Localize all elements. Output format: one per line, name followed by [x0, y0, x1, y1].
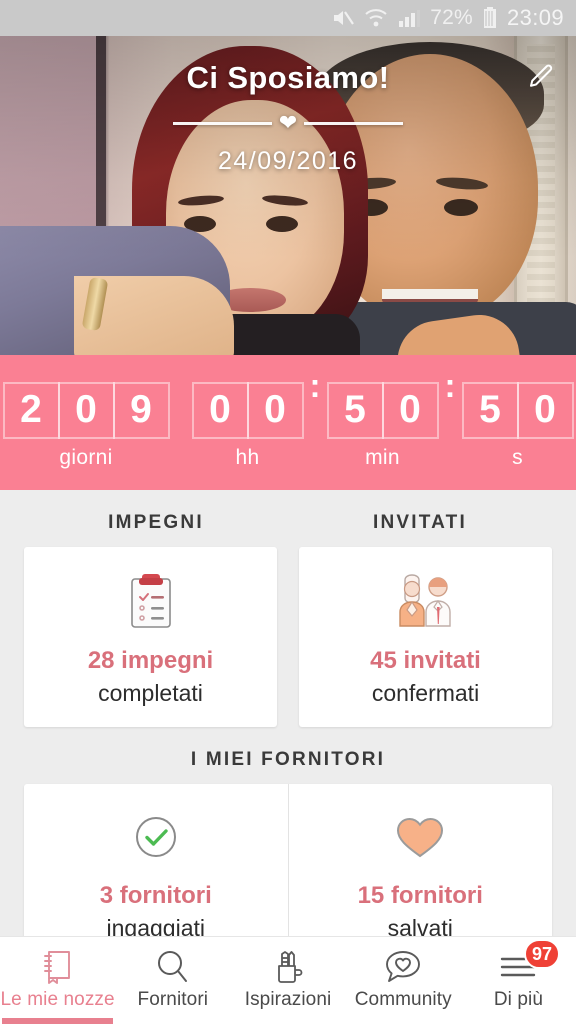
guests-card[interactable]: 45 invitati confermati	[299, 547, 552, 727]
nav-label-le-mie-nozze: Le mie nozze	[0, 989, 115, 1010]
divider-line-left	[173, 121, 272, 125]
nav-item-fornitori[interactable]: Fornitori	[115, 937, 230, 1024]
countdown-digit: 0	[381, 381, 439, 439]
countdown-label-minutes: min	[365, 445, 400, 469]
clipboard-checklist-icon	[126, 571, 176, 633]
suppliers-saved-count: 15 fornitori	[357, 882, 483, 909]
guests-count: 45 invitati	[370, 647, 481, 674]
countdown-digit: 2	[2, 381, 60, 439]
countdown-separator: :	[444, 367, 456, 404]
countdown-label-hours: hh	[235, 445, 260, 469]
countdown-hours: 0 0 hh	[191, 381, 304, 470]
nav-item-community[interactable]: Community	[346, 937, 461, 1024]
nav-item-ispirazioni[interactable]: Ispirazioni	[230, 937, 345, 1024]
battery-icon	[482, 6, 498, 30]
search-icon	[153, 945, 193, 989]
main-content: IMPEGNI INVITATI 28 impegni completati 4…	[0, 490, 576, 962]
suppliers-hired-count: 3 fornitori	[99, 882, 212, 909]
nav-label-ispirazioni: Ispirazioni	[244, 989, 332, 1010]
countdown-digit: 0	[57, 381, 115, 439]
countdown-label-days: giorni	[59, 445, 113, 469]
tasks-card[interactable]: 28 impegni completati	[24, 547, 277, 727]
countdown-digit: 9	[112, 381, 170, 439]
signal-icon	[397, 7, 421, 29]
edit-button[interactable]	[524, 62, 558, 96]
notebook-icon	[38, 945, 78, 989]
section-title-guests: INVITATI	[373, 512, 467, 533]
summary-cards-row: 28 impegni completati 45 invitati confer	[24, 547, 552, 727]
hero-photo-banner[interactable]: Ci Sposiamo! ❤ 24/09/2016	[0, 36, 576, 355]
countdown-label-seconds: s	[512, 445, 523, 469]
pencil-cup-icon	[268, 945, 308, 989]
section-title-tasks: IMPEGNI	[108, 512, 204, 533]
mute-icon	[331, 7, 355, 29]
countdown-seconds: 5 0 s	[461, 381, 574, 470]
notification-badge[interactable]: 97	[523, 939, 561, 969]
countdown-digit: 5	[461, 381, 519, 439]
countdown-minutes: 5 0 min	[326, 381, 439, 470]
wedding-date: 24/09/2016	[217, 147, 359, 175]
countdown-days: 2 0 9 giorni	[2, 381, 170, 470]
heart-icon: ❤	[278, 110, 298, 135]
check-circle-icon	[132, 806, 180, 868]
nav-item-le-mie-nozze[interactable]: Le mie nozze	[0, 937, 115, 1024]
guests-subtitle: confermati	[371, 680, 480, 706]
nav-label-di-piu: Di più	[493, 989, 543, 1010]
countdown-digit: 0	[191, 381, 249, 439]
tasks-count: 28 impegni	[87, 647, 214, 674]
battery-percent: 72%	[430, 6, 473, 29]
nav-label-fornitori: Fornitori	[137, 989, 209, 1010]
page-title: Ci Sposiamo!	[186, 60, 390, 95]
chat-heart-icon	[382, 945, 424, 989]
bride-groom-icon	[393, 571, 459, 633]
countdown-timer: 2 0 9 giorni 0 0 hh : 5 0 min : 5 0 s	[0, 355, 576, 490]
divider-line-right	[304, 121, 403, 125]
heart-filled-icon	[395, 806, 445, 868]
section-title-suppliers: I MIEI FORNITORI	[190, 749, 386, 770]
bottom-navigation: Le mie nozze Fornitori Ispirazioni Commu…	[0, 936, 576, 1024]
pencil-icon	[526, 62, 556, 97]
countdown-digit: 0	[246, 381, 304, 439]
countdown-separator: :	[309, 367, 321, 404]
nav-label-community: Community	[354, 989, 452, 1010]
nav-active-underline	[2, 1018, 114, 1024]
countdown-digit: 5	[326, 381, 384, 439]
nav-item-di-piu[interactable]: Di più 97	[461, 937, 576, 1024]
heart-divider: ❤	[173, 112, 403, 134]
wifi-icon	[364, 7, 388, 29]
status-clock: 23:09	[506, 5, 564, 30]
countdown-digit: 0	[516, 381, 574, 439]
status-bar: 72% 23:09	[0, 0, 576, 36]
tasks-subtitle: completati	[98, 680, 203, 706]
summary-section-titles: IMPEGNI INVITATI	[24, 490, 552, 547]
